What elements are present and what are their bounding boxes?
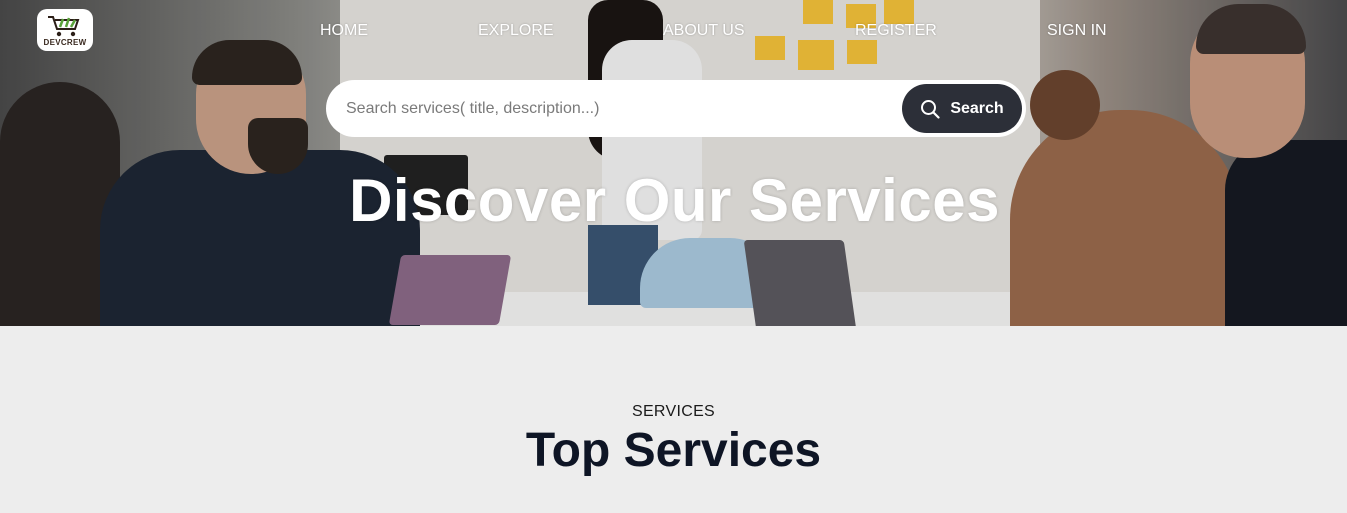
nav-register[interactable]: REGISTER xyxy=(855,22,937,40)
search-bar: Search xyxy=(326,80,1026,137)
section-kicker: SERVICES xyxy=(631,403,716,420)
services-section: SERVICES Top Services xyxy=(0,326,1347,513)
nav-home[interactable]: HOME xyxy=(320,22,368,40)
search-button-label: Search xyxy=(950,99,1004,117)
search-input[interactable] xyxy=(346,99,902,118)
nav-about-us[interactable]: ABOUT US xyxy=(663,22,745,40)
search-button[interactable]: Search xyxy=(902,84,1022,133)
section-title: Top Services xyxy=(525,424,822,477)
hero-title: Discover Our Services xyxy=(349,167,1000,234)
nav-explore[interactable]: EXPLORE xyxy=(478,22,554,40)
hero-banner: DEVCREW HOME EXPLORE ABOUT US REGISTER S… xyxy=(0,0,1347,326)
nav-sign-in[interactable]: SIGN IN xyxy=(1047,22,1107,40)
main-nav: HOME EXPLORE ABOUT US REGISTER SIGN IN xyxy=(0,22,1347,42)
search-icon xyxy=(921,99,940,119)
